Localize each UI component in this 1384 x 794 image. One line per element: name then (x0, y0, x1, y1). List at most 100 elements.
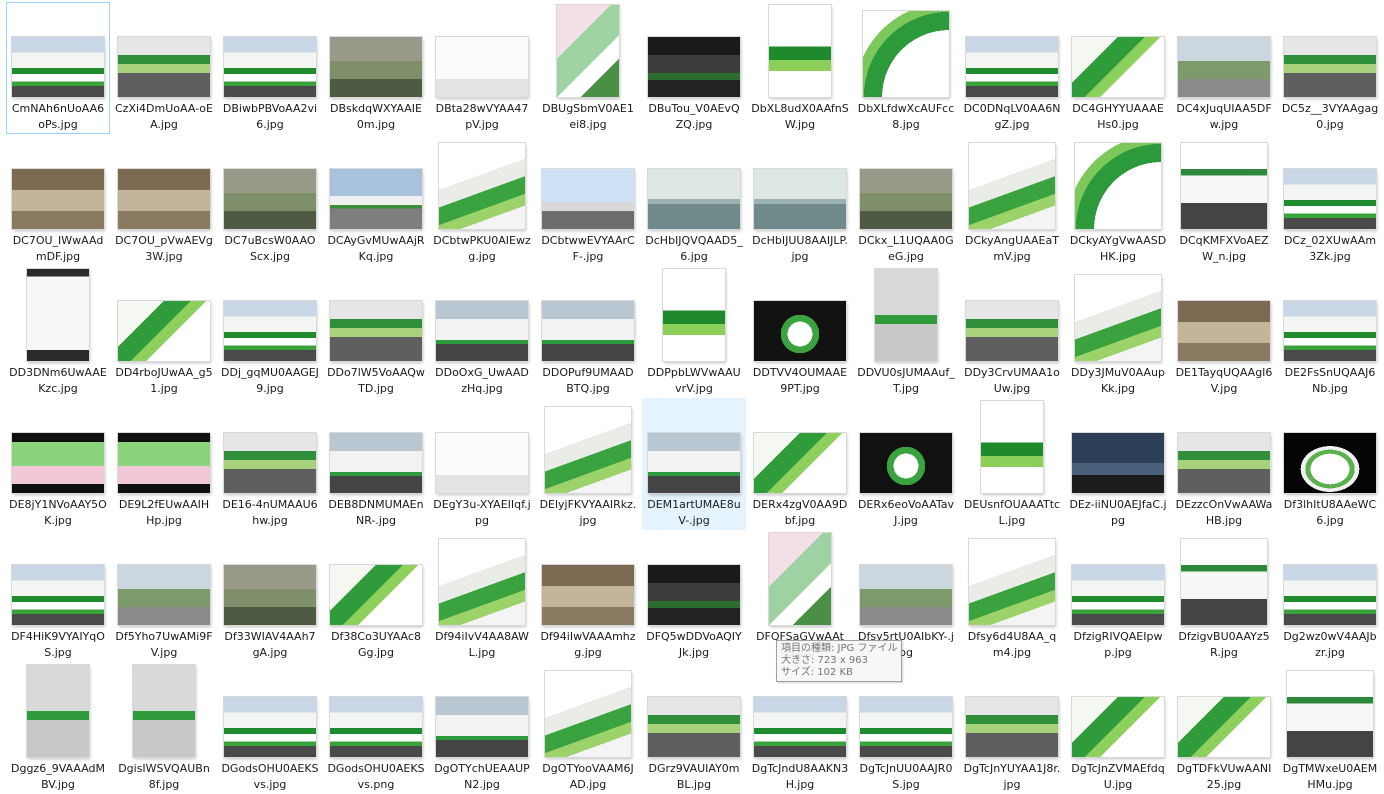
file-item[interactable]: DBskdqWXYAAIE0m.jpg (324, 2, 428, 134)
file-item[interactable]: DEUsnfOUAAATtcL.jpg (960, 398, 1064, 530)
file-item[interactable]: DCkx_L1UQAA0GeG.jpg (854, 134, 958, 266)
file-name: DgTcJnUU0AAJR0S.jpg (859, 762, 953, 791)
image-preview (27, 269, 89, 361)
file-item[interactable]: DC5z__3VYAAgag0.jpg (1278, 2, 1382, 134)
image-preview (118, 301, 210, 361)
file-item[interactable]: DfzigRIVQAEIpwp.jpg (1066, 530, 1170, 662)
image-preview (969, 143, 1055, 229)
file-item[interactable]: DElyjFKVYAAIRkz.jpg (536, 398, 640, 530)
file-item[interactable]: DE2FsSnUQAAJ6Nb.jpg (1278, 266, 1382, 398)
file-item[interactable]: DBUgSbmV0AE1ei8.jpg (536, 2, 640, 134)
file-item[interactable]: DE9L2fEUwAAIHHp.jpg (112, 398, 216, 530)
file-thumbnail (7, 665, 109, 757)
file-item[interactable]: DCkyAngUAAEaTmV.jpg (960, 134, 1064, 266)
file-item[interactable]: Df38Co3UYAAc8Gg.jpg (324, 530, 428, 662)
file-thumbnail (325, 401, 427, 493)
file-thumbnail (643, 5, 745, 97)
file-thumbnail (1067, 269, 1169, 361)
file-name: Df94iIvV4AA8AWL.jpg (435, 630, 529, 659)
file-item[interactable]: CmNAh6nUoAA6oPs.jpg (6, 2, 110, 134)
file-thumbnail (219, 269, 321, 361)
file-name: DgTDFkVUwAANI25.jpg (1176, 762, 1272, 791)
file-item[interactable]: DbXL8udX0AAfnSW.jpg (748, 2, 852, 134)
file-item[interactable]: DC7OU_pVwAEVg3W.jpg (112, 134, 216, 266)
file-item[interactable]: DEzzcOnVwAAWaHB.jpg (1172, 398, 1276, 530)
file-thumbnail (1279, 401, 1381, 493)
file-item[interactable]: DCqKMFXVoAEZW_n.jpg (1172, 134, 1276, 266)
file-item[interactable]: DEB8DNMUMAEnNR-.jpg (324, 398, 428, 530)
file-item[interactable]: DC7uBcsW0AAOScx.jpg (218, 134, 322, 266)
file-item[interactable]: DEgY3u-XYAEIIqf.jpg (430, 398, 534, 530)
file-item[interactable]: DGodsOHU0AEKSvs.png (324, 662, 428, 794)
file-item[interactable]: DE8jY1NVoAAY5OK.jpg (6, 398, 110, 530)
file-thumbnail (961, 5, 1063, 97)
file-item[interactable]: Dfsy6d4U8AA_qm4.jpg (960, 530, 1064, 662)
file-item[interactable]: DERx6eoVoAATavJ.jpg (854, 398, 958, 530)
file-item[interactable]: DE16-4nUMAAU6hw.jpg (218, 398, 322, 530)
file-item[interactable]: DgTcJnZVMAEfdqU.jpg (1066, 662, 1170, 794)
file-item[interactable]: DDy3JMuV0AAupKk.jpg (1066, 266, 1170, 398)
image-preview (224, 301, 316, 361)
image-preview (1075, 143, 1161, 229)
file-item[interactable]: DCbtwwEVYAArCF-.jpg (536, 134, 640, 266)
file-item[interactable]: DDPpbLWVwAAUvrV.jpg (642, 266, 746, 398)
file-item[interactable]: DDoOxG_UwAADzHq.jpg (430, 266, 534, 398)
file-item[interactable]: Df94iIvV4AA8AWL.jpg (430, 530, 534, 662)
file-item[interactable]: DBuTou_V0AEvQZQ.jpg (642, 2, 746, 134)
file-item[interactable]: DC4xJuqUIAA5DFw.jpg (1172, 2, 1276, 134)
file-item[interactable]: Df94iIwVAAAmhzg.jpg (536, 530, 640, 662)
file-item[interactable]: DgTcJnYUYAA1J8r.jpg (960, 662, 1064, 794)
file-name: DF4HiK9VYAIYqOS.jpg (11, 630, 105, 659)
file-item[interactable]: DcHbIJUU8AAIJLP.jpg (748, 134, 852, 266)
file-thumbnail (1067, 401, 1169, 493)
file-item[interactable]: DGodsOHU0AEKSvs.jpg (218, 662, 322, 794)
file-item[interactable]: DC7OU_IWwAAdmDF.jpg (6, 134, 110, 266)
file-item[interactable]: DgTMWxeU0AEMHMu.jpg (1278, 662, 1382, 794)
file-item[interactable]: DgisIWSVQAUBn8f.jpg (112, 662, 216, 794)
file-item[interactable]: Df3lhItU8AAeWC6.jpg (1278, 398, 1382, 530)
file-item[interactable]: DgOTYchUEAAUPN2.jpg (430, 662, 534, 794)
file-item[interactable]: DDo7lW5VoAAQwTD.jpg (324, 266, 428, 398)
file-item[interactable]: CzXi4DmUoAA-oEA.jpg (112, 2, 216, 134)
file-item[interactable]: DCAyGvMUwAAjRKq.jpg (324, 134, 428, 266)
file-item[interactable]: DDVU0sJUMAAuf_T.jpg (854, 266, 958, 398)
file-item[interactable]: DbXLfdwXcAUFcc8.jpg (854, 2, 958, 134)
file-thumbnail (961, 665, 1063, 757)
file-name: DcHbIJQVQAAD5_6.jpg (645, 234, 743, 263)
file-item[interactable]: DfzigvBU0AAYz5R.jpg (1172, 530, 1276, 662)
file-item[interactable]: DC0DNqLV0AA6NgZ.jpg (960, 2, 1064, 134)
file-item[interactable]: DF4HiK9VYAIYqOS.jpg (6, 530, 110, 662)
file-name: DgOTYooVAAM6JAD.jpg (542, 762, 634, 791)
file-item[interactable]: DDy3CrvUMAA1oUw.jpg (960, 266, 1064, 398)
file-name: DE16-4nUMAAU6hw.jpg (222, 498, 318, 527)
file-thumbnail (1067, 665, 1169, 757)
file-thumbnail (7, 533, 109, 625)
file-item[interactable]: Df33WIAV4AAh7gA.jpg (218, 530, 322, 662)
file-item[interactable]: DD3DNm6UwAAEKzc.jpg (6, 266, 110, 398)
file-item[interactable]: DFQ5wDDVoAQIYJk.jpg (642, 530, 746, 662)
file-item[interactable]: DgTDFkVUwAANI25.jpg (1172, 662, 1276, 794)
file-item[interactable]: DDTVV4OUMAAE9PT.jpg (748, 266, 852, 398)
file-item[interactable]: DBta28wVYAA47pV.jpg (430, 2, 534, 134)
file-item[interactable]: DBiwbPBVoAA2vi6.jpg (218, 2, 322, 134)
file-item[interactable]: DGrz9VAUIAY0mBL.jpg (642, 662, 746, 794)
file-item[interactable]: DCkyAYgVwAASDHK.jpg (1066, 134, 1170, 266)
file-item[interactable]: DcHbIJQVQAAD5_6.jpg (642, 134, 746, 266)
file-item[interactable]: DC4GHYYUAAAEHs0.jpg (1066, 2, 1170, 134)
file-item[interactable]: DgOTYooVAAM6JAD.jpg (536, 662, 640, 794)
file-item[interactable]: DCz_02XUwAAm3Zk.jpg (1278, 134, 1382, 266)
file-thumbnail (855, 533, 957, 625)
file-item[interactable]: DCbtwPKU0AIEwzg.jpg (430, 134, 534, 266)
file-name: DDOPuf9UMAADBTQ.jpg (542, 366, 634, 395)
file-item[interactable]: DERx4zgV0AA9Dbf.jpg (748, 398, 852, 530)
file-item[interactable]: DD4rboJUwAA_g51.jpg (112, 266, 216, 398)
file-item[interactable]: DDj_gqMU0AAGEJ9.jpg (218, 266, 322, 398)
file-item[interactable]: DEM1artUMAE8uV-.jpg (642, 398, 746, 530)
file-item[interactable]: DE1TayqUQAAgI6V.jpg (1172, 266, 1276, 398)
file-item[interactable]: Dggz6_9VAAAdMBV.jpg (6, 662, 110, 794)
file-item[interactable]: Df5Yho7UwAMi9FV.jpg (112, 530, 216, 662)
file-item[interactable]: DEz-iiNU0AEJfaC.jpg (1066, 398, 1170, 530)
file-name: DEUsnfOUAAATtcL.jpg (963, 498, 1061, 527)
file-item[interactable]: Dg2wz0wV4AAJbzr.jpg (1278, 530, 1382, 662)
file-item[interactable]: DDOPuf9UMAADBTQ.jpg (536, 266, 640, 398)
